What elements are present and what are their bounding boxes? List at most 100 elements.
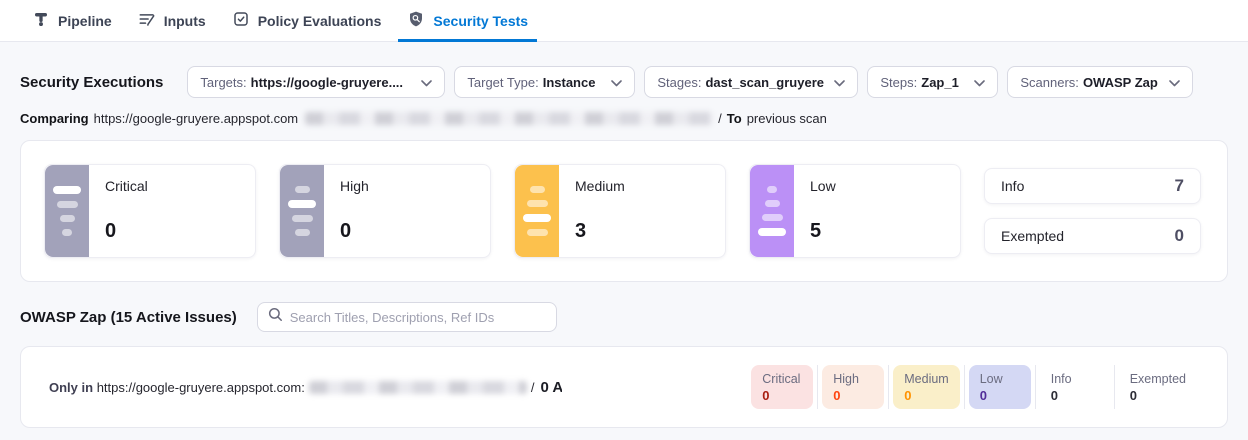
medium-summary-card: Medium 3 xyxy=(514,164,726,258)
severity-level-icon xyxy=(515,165,559,257)
tab-inputs[interactable]: Inputs xyxy=(129,0,215,41)
dropdown-label: Steps: xyxy=(880,75,917,90)
severity-bar xyxy=(523,214,551,222)
high-summary-card: High 0 xyxy=(279,164,491,258)
severity-name: High xyxy=(340,178,474,194)
severity-bar xyxy=(292,215,313,222)
dropdown-value: Instance xyxy=(543,75,596,90)
exempted-badge: Exempted 0 xyxy=(1119,365,1197,409)
severity-bar xyxy=(758,228,786,236)
severity-name: Info xyxy=(1001,178,1024,194)
severity-level-icon xyxy=(45,165,89,257)
to-value: previous scan xyxy=(747,111,827,126)
dropdown-value: https://google-gruyere.... xyxy=(251,75,403,90)
severity-badges: Critical 0 High 0 Medium 0 Low 0 Info 0 … xyxy=(751,365,1197,409)
divider xyxy=(1035,365,1036,409)
chevron-down-icon xyxy=(824,75,845,90)
chevron-down-icon xyxy=(1159,75,1180,90)
badge-count: 0 xyxy=(833,388,873,403)
issue-group-text: Only in https://google-gruyere.appspot.c… xyxy=(49,379,562,396)
target-type-dropdown[interactable]: Target Type:Instance xyxy=(454,66,635,98)
badge-count: 0 xyxy=(762,388,802,403)
severity-count: 5 xyxy=(810,220,944,243)
divider xyxy=(888,365,889,409)
magnifier-icon xyxy=(268,307,283,327)
severity-bar xyxy=(527,229,548,236)
dropdown-label: Scanners: xyxy=(1020,75,1079,90)
severity-level-icon xyxy=(750,165,794,257)
severity-name: Critical xyxy=(105,178,239,194)
badge-label: High xyxy=(833,372,873,386)
tab-security-tests[interactable]: Security Tests xyxy=(398,0,537,41)
comparing-line: Comparing https://google-gruyere.appspot… xyxy=(20,111,1228,126)
only-in-label: Only in xyxy=(49,380,93,395)
severity-count: 0 xyxy=(1175,226,1184,246)
info-badge: Info 0 xyxy=(1040,365,1110,409)
critical-summary-card: Critical 0 xyxy=(44,164,256,258)
tab-label: Policy Evaluations xyxy=(258,13,382,29)
severity-bar xyxy=(295,186,310,193)
dropdown-value: dast_scan_gruyere xyxy=(705,75,824,90)
severity-count: 7 xyxy=(1175,176,1184,196)
inputs-sliders-icon xyxy=(138,10,156,31)
tab-label: Pipeline xyxy=(58,13,112,29)
tab-pipeline[interactable]: Pipeline xyxy=(23,0,121,41)
severity-name: Medium xyxy=(575,178,709,194)
high-badge: High 0 xyxy=(822,365,884,409)
chevron-down-icon xyxy=(411,75,432,90)
issues-search[interactable] xyxy=(257,302,557,332)
dropdown-label: Stages: xyxy=(657,75,701,90)
dropdown-value: OWASP Zap xyxy=(1083,75,1158,90)
severity-bar xyxy=(295,229,310,236)
severity-bar xyxy=(60,215,75,222)
top-nav: Pipeline Inputs Policy Evaluations Secur… xyxy=(0,0,1248,42)
badge-label: Critical xyxy=(762,372,802,386)
filters-row: Security Executions Targets: https://goog… xyxy=(20,66,1228,98)
severity-bar xyxy=(762,214,783,221)
stages-dropdown[interactable]: Stages: dast_scan_gruyere xyxy=(644,66,858,98)
page-title: Security Executions xyxy=(20,74,163,91)
divider xyxy=(964,365,965,409)
badge-count: 0 xyxy=(1130,388,1186,403)
critical-badge: Critical 0 xyxy=(751,365,813,409)
dropdown-value: Zap_1 xyxy=(921,75,959,90)
badge-count: 0 xyxy=(904,388,948,403)
severity-bar xyxy=(530,186,545,193)
to-label: To xyxy=(727,111,742,126)
search-input[interactable] xyxy=(290,310,546,325)
active-issues-count: 0 A xyxy=(540,379,562,396)
shield-search-icon xyxy=(407,10,425,31)
severity-bar xyxy=(53,186,81,194)
severity-count: 0 xyxy=(340,220,474,243)
issue-group-row[interactable]: Only in https://google-gruyere.appspot.c… xyxy=(20,346,1228,428)
separator: / xyxy=(718,111,722,126)
exempted-summary-card: Exempted 0 xyxy=(984,218,1201,254)
severity-bar xyxy=(527,200,548,207)
severity-name: Exempted xyxy=(1001,228,1064,244)
issues-header-row: OWASP Zap (15 Active Issues) xyxy=(20,302,1228,332)
severity-bar xyxy=(57,201,78,208)
severity-bar xyxy=(765,200,780,207)
comparing-label: Comparing xyxy=(20,111,89,126)
issues-heading: OWASP Zap (15 Active Issues) xyxy=(20,309,237,326)
redacted-text xyxy=(309,381,527,394)
scanners-dropdown[interactable]: Scanners: OWASP Zap xyxy=(1007,66,1193,98)
pipeline-icon xyxy=(32,10,50,31)
chevron-down-icon xyxy=(601,75,622,90)
severity-count: 3 xyxy=(575,220,709,243)
severity-level-icon xyxy=(280,165,324,257)
targets-dropdown[interactable]: Targets: https://google-gruyere.... xyxy=(187,66,445,98)
severity-bar xyxy=(767,186,777,193)
low-summary-card: Low 5 xyxy=(749,164,961,258)
low-badge: Low 0 xyxy=(969,365,1031,409)
steps-dropdown[interactable]: Steps: Zap_1 xyxy=(867,66,998,98)
dropdown-label: Targets: xyxy=(200,75,246,90)
divider xyxy=(817,365,818,409)
badge-label: Info xyxy=(1051,372,1099,386)
tab-label: Security Tests xyxy=(433,13,528,29)
policy-check-icon xyxy=(232,10,250,31)
comparing-url: https://google-gruyere.appspot.com xyxy=(94,111,299,126)
tab-policy-evaluations[interactable]: Policy Evaluations xyxy=(223,0,391,41)
tab-label: Inputs xyxy=(164,13,206,29)
medium-badge: Medium 0 xyxy=(893,365,959,409)
